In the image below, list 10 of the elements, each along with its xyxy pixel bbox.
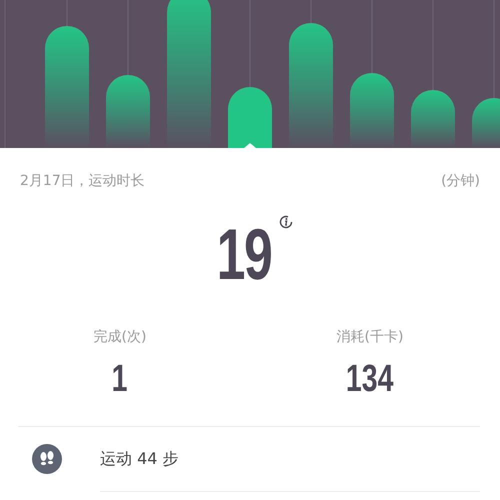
activity-text: 运动 44 步	[100, 448, 179, 470]
footprints-icon	[32, 444, 62, 474]
info-icon[interactable]	[278, 214, 294, 230]
stat-value: 134	[346, 360, 394, 398]
stat-value: 1	[112, 360, 128, 398]
date-title: 2月17日，运动时长	[20, 172, 145, 190]
unit-label: (分钟)	[441, 172, 480, 190]
duration-value: 19	[216, 220, 272, 290]
stat-label: 消耗(千卡)	[336, 328, 404, 346]
stat-label: 完成(次)	[94, 328, 146, 346]
